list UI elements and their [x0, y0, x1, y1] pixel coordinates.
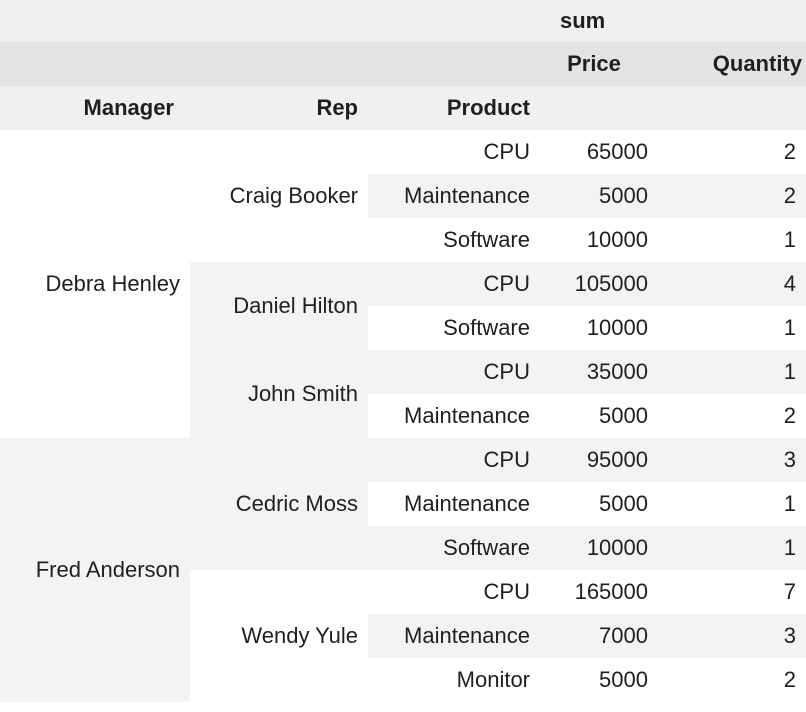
rep-cell: Daniel Hilton — [190, 262, 368, 350]
index-header-rep: Rep — [190, 86, 368, 130]
product-cell: Software — [368, 218, 540, 262]
rep-cell: Wendy Yule — [190, 570, 368, 702]
rep-cell: Cedric Moss — [190, 438, 368, 570]
header-blank — [190, 42, 368, 86]
header-blank — [0, 0, 190, 42]
price-cell: 5000 — [540, 174, 658, 218]
rep-cell: John Smith — [190, 350, 368, 438]
price-cell: 105000 — [540, 262, 658, 306]
quantity-cell: 1 — [658, 526, 806, 570]
price-cell: 95000 — [540, 438, 658, 482]
aggregate-label: sum — [540, 0, 806, 42]
header-blank — [190, 0, 368, 42]
quantity-cell: 2 — [658, 394, 806, 438]
product-cell: CPU — [368, 130, 540, 174]
quantity-cell: 3 — [658, 614, 806, 658]
product-cell: CPU — [368, 350, 540, 394]
quantity-cell: 1 — [658, 218, 806, 262]
product-cell: CPU — [368, 438, 540, 482]
product-cell: Maintenance — [368, 174, 540, 218]
header-blank — [0, 42, 190, 86]
quantity-cell: 1 — [658, 482, 806, 526]
header-blank — [540, 86, 658, 130]
price-cell: 65000 — [540, 130, 658, 174]
product-cell: Software — [368, 306, 540, 350]
manager-cell: Fred Anderson — [0, 438, 190, 702]
quantity-cell: 2 — [658, 658, 806, 702]
table-row: Fred Anderson Cedric Moss CPU 95000 3 — [0, 438, 806, 702]
product-cell: Maintenance — [368, 394, 540, 438]
header-blank — [658, 86, 806, 130]
pivot-table: sum Price Quantity Manager Rep Product D… — [0, 0, 806, 702]
quantity-cell: 4 — [658, 262, 806, 306]
product-cell: Monitor — [368, 658, 540, 702]
price-cell: 35000 — [540, 350, 658, 394]
price-cell: 5000 — [540, 482, 658, 526]
product-cell: Maintenance — [368, 614, 540, 658]
quantity-cell: 2 — [658, 130, 806, 174]
quantity-cell: 1 — [658, 306, 806, 350]
column-header-price: Price — [540, 42, 658, 86]
product-cell: CPU — [368, 570, 540, 614]
pivot-body: Debra Henley Craig Booker CPU 65000 2 Ma… — [0, 130, 806, 702]
product-cell: Maintenance — [368, 482, 540, 526]
pivot-header: sum Price Quantity Manager Rep Product — [0, 0, 806, 130]
price-cell: 10000 — [540, 526, 658, 570]
header-blank — [368, 42, 540, 86]
quantity-cell: 3 — [658, 438, 806, 482]
quantity-cell: 1 — [658, 350, 806, 394]
quantity-cell: 2 — [658, 174, 806, 218]
header-row-aggregate: sum — [0, 0, 806, 42]
table-row: Debra Henley Craig Booker CPU 65000 2 — [0, 130, 806, 438]
product-cell: CPU — [368, 262, 540, 306]
header-blank — [368, 0, 540, 42]
product-cell: Software — [368, 526, 540, 570]
index-header-manager: Manager — [0, 86, 190, 130]
header-row-values: Price Quantity — [0, 42, 806, 86]
index-header-product: Product — [368, 86, 540, 130]
rep-cell: Craig Booker — [190, 130, 368, 262]
price-cell: 5000 — [540, 394, 658, 438]
price-cell: 7000 — [540, 614, 658, 658]
column-header-quantity: Quantity — [658, 42, 806, 86]
price-cell: 10000 — [540, 306, 658, 350]
price-cell: 165000 — [540, 570, 658, 614]
header-row-index: Manager Rep Product — [0, 86, 806, 130]
price-cell: 5000 — [540, 658, 658, 702]
price-cell: 10000 — [540, 218, 658, 262]
manager-cell: Debra Henley — [0, 130, 190, 438]
quantity-cell: 7 — [658, 570, 806, 614]
